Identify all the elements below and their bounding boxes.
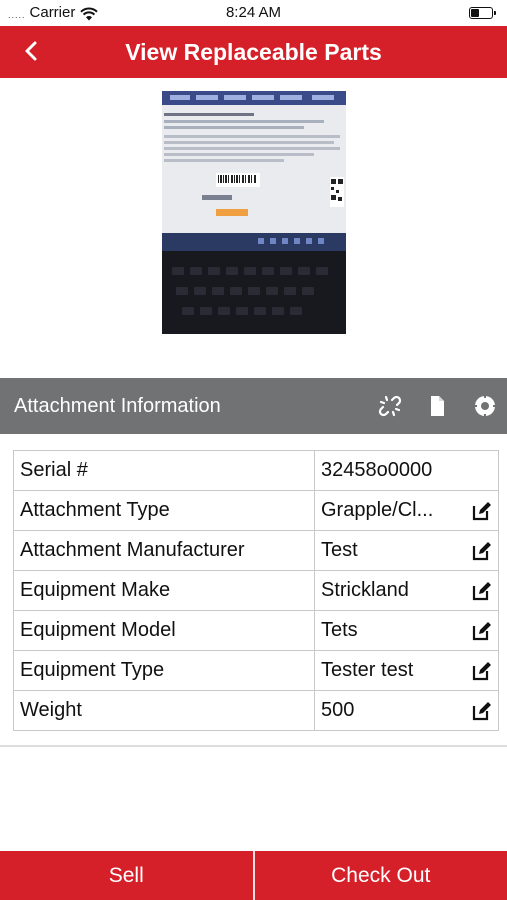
table-row: Attachment Type Grapple/Cl...	[13, 490, 499, 531]
nav-bar: View Replaceable Parts	[0, 26, 507, 78]
section-header: Attachment Information	[0, 378, 507, 434]
field-value-text: Test	[321, 539, 358, 561]
edit-icon[interactable]	[472, 541, 492, 561]
document-icon[interactable]	[424, 393, 450, 419]
field-value: 32458o0000	[314, 450, 499, 491]
field-value-text: Tester test	[321, 659, 414, 681]
attachment-photo[interactable]	[162, 91, 346, 334]
field-label: Equipment Type	[13, 650, 315, 691]
sell-button[interactable]: Sell	[0, 851, 253, 900]
status-bar: ..... Carrier 8:24 AM	[0, 0, 507, 26]
edit-icon[interactable]	[472, 661, 492, 681]
attachment-info-table: Serial # 32458o0000 Attachment Type Grapple…	[13, 450, 499, 731]
table-row: Equipment Make Strickland	[13, 570, 499, 611]
edit-icon[interactable]	[472, 501, 492, 521]
field-label: Weight	[13, 690, 315, 731]
bottom-action-bar: Sell Check Out	[0, 851, 507, 900]
field-label: Equipment Make	[13, 570, 315, 611]
field-label: Serial #	[13, 450, 315, 491]
field-value-text: Strickland	[321, 579, 409, 601]
field-value: Test	[314, 530, 499, 571]
divider	[0, 745, 507, 747]
broken-link-icon[interactable]	[377, 393, 403, 419]
table-row: Equipment Model Tets	[13, 610, 499, 651]
field-value: Tets	[314, 610, 499, 651]
edit-icon[interactable]	[472, 621, 492, 641]
field-value-text: Tets	[321, 619, 358, 641]
edit-icon[interactable]	[472, 701, 492, 721]
field-value: 500	[314, 690, 499, 731]
target-icon[interactable]	[472, 393, 498, 419]
battery-icon	[469, 7, 496, 19]
page-title: View Replaceable Parts	[125, 39, 382, 65]
field-label: Attachment Type	[13, 490, 315, 531]
check-out-button[interactable]: Check Out	[255, 851, 507, 900]
field-value-text: Grapple/Cl...	[321, 499, 434, 521]
field-label: Equipment Model	[13, 610, 315, 651]
table-row: Equipment Type Tester test	[13, 650, 499, 691]
table-row: Attachment Manufacturer Test	[13, 530, 499, 571]
battery-level	[471, 9, 479, 17]
table-row: Serial # 32458o0000	[13, 450, 499, 491]
table-row: Weight 500	[13, 690, 499, 731]
section-title: Attachment Information	[14, 395, 221, 417]
button-divider	[252, 851, 255, 900]
edit-icon[interactable]	[472, 581, 492, 601]
field-value: Strickland	[314, 570, 499, 611]
field-label: Attachment Manufacturer	[13, 530, 315, 571]
field-value: Grapple/Cl...	[314, 490, 499, 531]
field-value: Tester test	[314, 650, 499, 691]
clock: 8:24 AM	[225, 4, 282, 21]
field-value-text: 32458o0000	[321, 459, 433, 481]
field-value-text: 500	[321, 699, 355, 721]
